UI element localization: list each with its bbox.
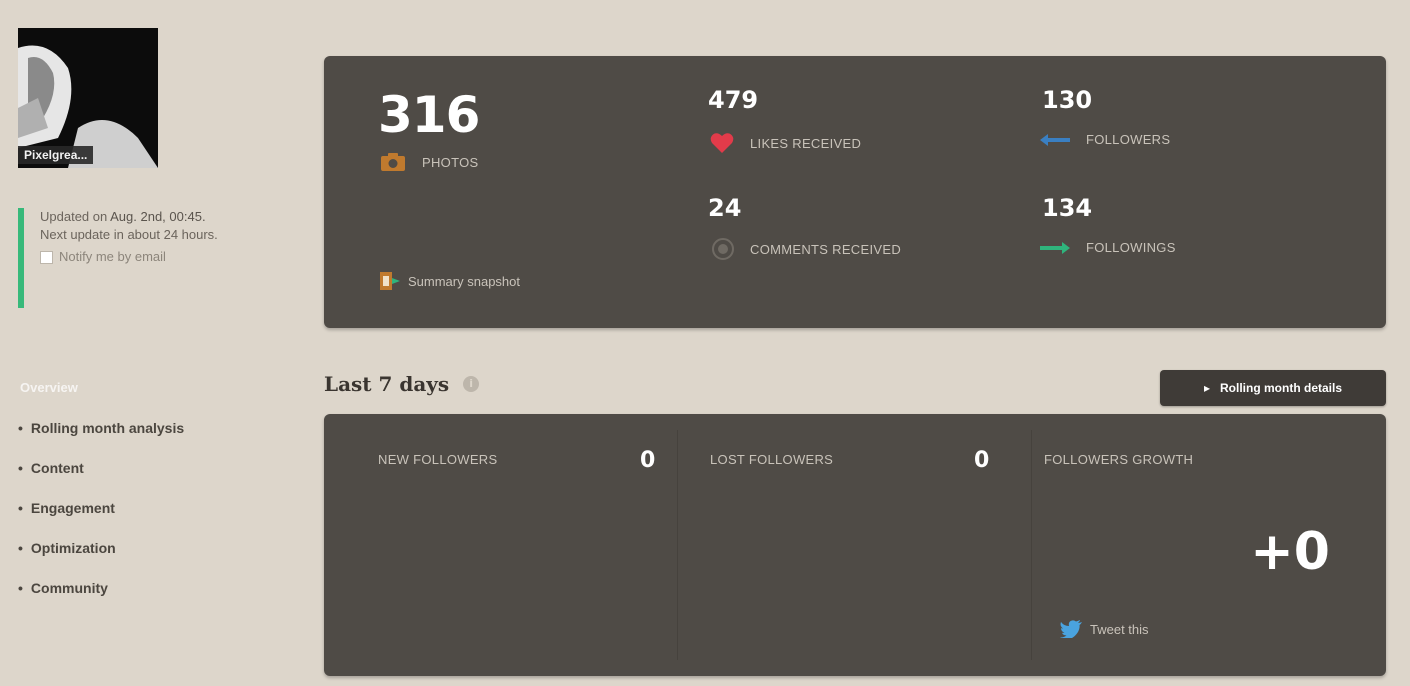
avatar-username: Pixelgrea... [18,146,94,164]
notify-checkbox[interactable] [40,250,53,264]
nav-item-content[interactable]: Content [18,458,184,498]
notify-label: Notify me by email [59,249,166,264]
likes-count: 479 [708,86,759,114]
camera-icon [381,153,405,171]
tweet-this-link[interactable]: Tweet this [1060,620,1149,638]
info-icon[interactable]: i [463,376,480,392]
new-followers-label: NEW FOLLOWERS [378,452,498,467]
followers-stat: FOLLOWERS [1040,132,1170,147]
nav-item-optimization[interactable]: Optimization [18,538,184,578]
rolling-button-label: Rolling month details [1220,381,1343,395]
arrow-right-icon [1040,241,1070,254]
photos-label: PHOTOS [422,154,479,170]
updated-prefix: Updated on [40,209,108,224]
sidebar-nav: Rolling month analysis Content Engagemen… [18,418,184,618]
nav-item-rolling-month-analysis[interactable]: Rolling month analysis [18,418,184,458]
likes-stat: LIKES RECEIVED [710,132,861,154]
twitter-bird-icon [1060,620,1082,638]
nav-item-engagement[interactable]: Engagement [18,498,184,538]
tweet-label: Tweet this [1090,621,1149,637]
notify-row[interactable]: Notify me by email [40,248,268,266]
comment-icon [712,238,734,260]
followings-count: 134 [1042,194,1093,222]
section-title-text: Last 7 days [324,372,450,396]
followings-stat: FOLLOWINGS [1040,240,1176,255]
comments-count: 24 [708,194,742,222]
snapshot-icon [380,272,400,290]
lost-followers-label: LOST FOLLOWERS [710,452,834,467]
dashboard-frame: Pixelgrea... Updated on Aug. 2nd, 00:45.… [0,0,1410,686]
avatar[interactable]: Pixelgrea... [18,28,158,168]
photos-count: 316 [378,86,480,144]
summary-stats-panel: 316 PHOTOS 479 LIKES RECEIVED 130 FOLLOW… [324,56,1386,328]
followers-growth-label: FOLLOWERS GROWTH [1044,452,1194,467]
comments-stat: COMMENTS RECEIVED [712,238,901,260]
new-followers-card: NEW FOLLOWERS 0 [324,430,678,660]
next-update-text: Next update in about 24 hours. [40,227,218,242]
photos-stat: PHOTOS [380,152,478,172]
likes-label: LIKES RECEIVED [750,135,862,151]
week-stats-panel: NEW FOLLOWERS 0 LOST FOLLOWERS 0 FOLLOWE… [324,414,1386,676]
comments-label: COMMENTS RECEIVED [750,241,902,257]
followers-growth-card: FOLLOWERS GROWTH +0 Tweet this [1032,430,1386,660]
lost-followers-value: 0 [974,448,990,473]
followers-label: FOLLOWERS [1086,132,1171,147]
snapshot-label: Summary snapshot [408,273,520,289]
update-status: Updated on Aug. 2nd, 00:45. Next update … [18,208,268,308]
updated-date: Aug. 2nd, 00:45. [110,209,206,224]
last-7-days-title: Last 7 days i [324,372,480,396]
nav-overview[interactable]: Overview [20,380,78,395]
followings-label: FOLLOWINGS [1086,240,1176,255]
rolling-month-details-button[interactable]: ▸ Rolling month details [1160,370,1386,406]
chevron-right-icon: ▸ [1203,381,1211,395]
followers-growth-value: +0 [1250,522,1330,582]
new-followers-value: 0 [640,448,656,473]
heart-icon [710,133,734,153]
nav-item-community[interactable]: Community [18,578,184,618]
summary-snapshot-link[interactable]: Summary snapshot [380,272,520,290]
arrow-left-icon [1040,133,1070,146]
lost-followers-card: LOST FOLLOWERS 0 [678,430,1032,660]
followers-count: 130 [1042,86,1093,114]
